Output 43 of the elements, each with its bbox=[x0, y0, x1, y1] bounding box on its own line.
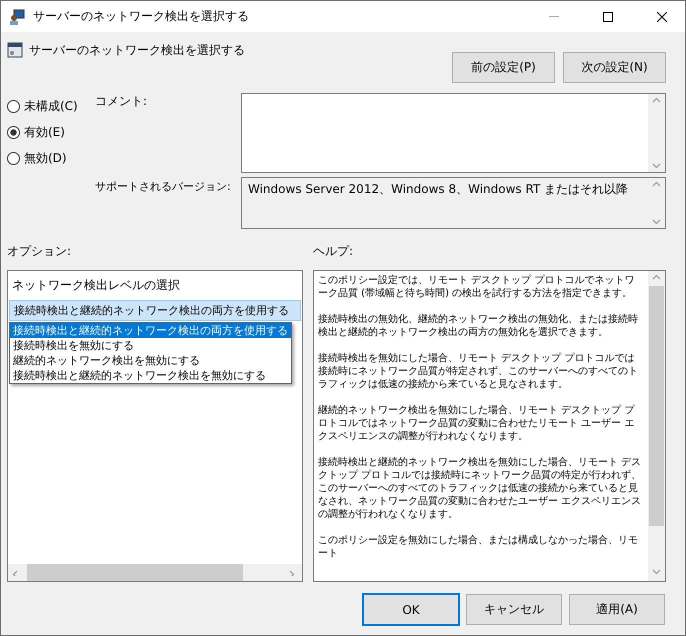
next-setting-button[interactable]: 次の設定(N) bbox=[563, 52, 666, 83]
dropdown-field[interactable]: 接続時検出と継続的ネットワーク検出の両方を使用する bbox=[9, 300, 301, 321]
option-label: ネットワーク検出レベルの選択 bbox=[11, 277, 181, 294]
help-paragraph: 接続時検出を無効にした場合、リモート デスクトップ プロトコルでは接続時にネットワーク品質が特定されず、このサーバーへのすべてのトラフィックは低速の接続から来ていると見なされます。 bbox=[318, 352, 639, 391]
help-paragraph: このポリシー設定を無効にした場合、または構成しなかった場合、リモート bbox=[318, 534, 639, 560]
setting-title: サーバーのネットワーク検出を選択する bbox=[29, 42, 246, 59]
help-label: ヘルプ: bbox=[313, 243, 354, 260]
comment-field[interactable] bbox=[241, 93, 666, 173]
policy-setting-icon bbox=[7, 42, 23, 58]
supported-versions-text: Windows Server 2012、Windows 8、Windows RT またはそれ以降 bbox=[247, 181, 630, 198]
comment-label: コメント: bbox=[95, 93, 148, 110]
help-paragraph: 接続時検出と継続的ネットワーク検出を無効にした場合、リモート デスクトップ プロトコルでは接続時にネットワーク品質の特定が行われず、このサーバーへのすべてのトラフィックは低速の接続から来ていると見なされ、ネットワーク品質の変動に合わせたユーザー エクスペリエンスの調整が行われなくなります。 bbox=[318, 456, 642, 521]
dialog-button[interactable]: OK bbox=[363, 594, 459, 625]
scroll-down-icon[interactable] bbox=[652, 163, 661, 169]
radio-label: 未構成(C) bbox=[24, 98, 78, 114]
scrollbar-thumb[interactable] bbox=[27, 564, 243, 581]
scroll-down-icon[interactable] bbox=[652, 219, 661, 225]
maximize-icon[interactable] bbox=[603, 12, 613, 22]
help-paragraph: 継続的ネットワーク検出を無効にした場合、リモート デスクトップ プロトコルではネットワーク品質の変動に合わせたリモート ユーザー エクスペリエンスの調整が行われなくなります。 bbox=[318, 404, 636, 443]
scroll-down-icon[interactable] bbox=[652, 569, 661, 575]
options-label: オプション: bbox=[7, 243, 72, 260]
dropdown-option[interactable]: 接続時検出と継続的ネットワーク検出を無効にする bbox=[10, 368, 291, 383]
scrollbar-thumb[interactable] bbox=[649, 286, 664, 526]
supported-label: サポートされるバージョン: bbox=[95, 179, 232, 194]
scroll-up-icon[interactable] bbox=[652, 181, 661, 187]
window-title: サーバーのネットワーク検出を選択する bbox=[33, 8, 250, 25]
previous-setting-button[interactable]: 前の設定(P) bbox=[452, 52, 555, 83]
radio-button[interactable] bbox=[7, 100, 20, 112]
scroll-up-icon[interactable] bbox=[652, 274, 661, 280]
dropdown-option[interactable]: 接続時検出を無効にする bbox=[10, 338, 291, 353]
radio-button[interactable] bbox=[7, 126, 20, 138]
close-icon[interactable] bbox=[657, 12, 667, 22]
radio-label: 有効(E) bbox=[24, 124, 65, 140]
radio-label: 無効(D) bbox=[24, 150, 67, 166]
help-paragraph: このポリシー設定では、リモート デスクトップ プロトコルでネットワーク品質 (帯域幅と待ち時間) の検出を試行する方法を指定できます。 bbox=[318, 274, 636, 300]
dropdown-option[interactable]: 接続時検出と継続的ネットワーク検出の両方を使用する bbox=[10, 323, 291, 338]
help-paragraph: 接続時検出の無効化、継続的ネットワーク検出の無効化、または接続時検出と継続的ネットワーク検出の両方の無効化を選択できます。 bbox=[318, 313, 639, 339]
dialog-button[interactable]: 適用(A) bbox=[569, 594, 665, 625]
dialog-button[interactable]: キャンセル bbox=[466, 594, 562, 625]
computer-user-icon bbox=[9, 8, 25, 24]
dropdown-option[interactable]: 継続的ネットワーク検出を無効にする bbox=[10, 353, 291, 368]
scroll-up-icon[interactable] bbox=[652, 97, 661, 103]
radio-button[interactable] bbox=[7, 152, 20, 164]
